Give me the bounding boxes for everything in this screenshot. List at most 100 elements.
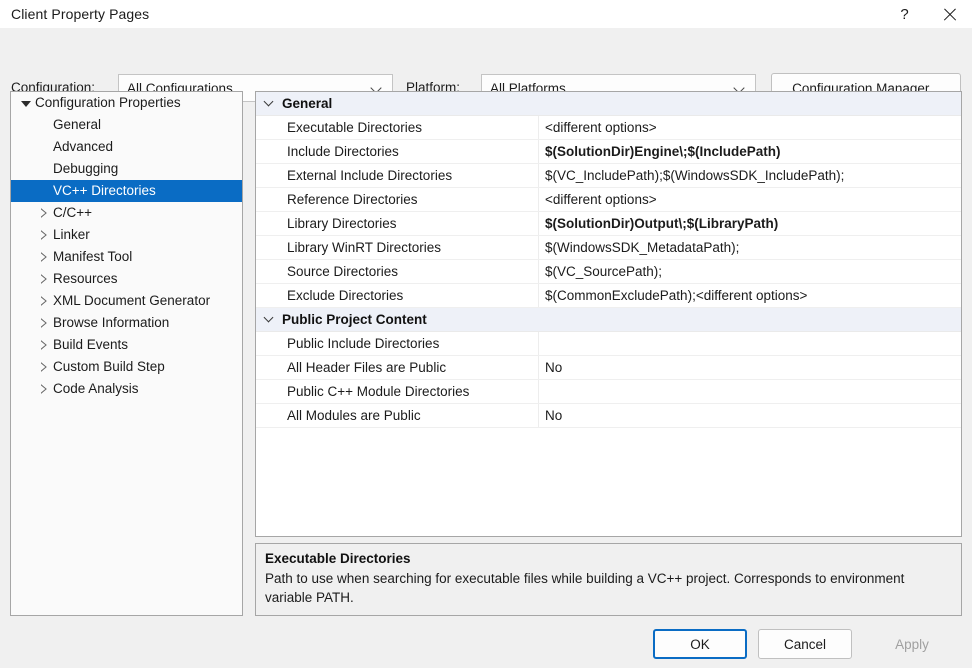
tree-item-c-c[interactable]: C/C++ (11, 202, 242, 224)
description-title: Executable Directories (265, 551, 411, 566)
tree-item-vc-directories[interactable]: VC++ Directories (11, 180, 242, 202)
tree-item-resources[interactable]: Resources (11, 268, 242, 290)
property-value[interactable]: $(CommonExcludePath);<different options> (539, 284, 961, 307)
configuration-toolbar: Configuration: All Configurations Platfo… (0, 28, 972, 103)
tree-item-general[interactable]: General (11, 114, 242, 136)
property-name: Source Directories (256, 260, 539, 283)
property-name: Public Include Directories (256, 332, 539, 355)
tree-item-label: Configuration Properties (35, 95, 181, 110)
triangle-right-glyph (41, 208, 47, 218)
window-controls: ? (882, 0, 972, 28)
title-bar: Client Property Pages ? (0, 0, 972, 28)
property-row[interactable]: Reference Directories <different options> (256, 188, 961, 212)
property-value[interactable]: $(VC_IncludePath);$(WindowsSDK_IncludePa… (539, 164, 961, 187)
property-name: Reference Directories (256, 188, 539, 211)
window-title: Client Property Pages (11, 6, 150, 22)
tree-item-label: Code Analysis (53, 381, 139, 396)
property-value[interactable]: $(VC_SourcePath); (539, 260, 961, 283)
tree-item-label: Manifest Tool (53, 249, 133, 264)
triangle-right-glyph (41, 340, 47, 350)
close-button[interactable] (927, 0, 972, 28)
triangle-right-icon[interactable] (35, 384, 53, 394)
property-category-header[interactable]: General (256, 92, 961, 116)
tree-item-label: XML Document Generator (53, 293, 211, 308)
tree-item-label: Build Events (53, 337, 129, 352)
property-row[interactable]: Public C++ Module Directories (256, 380, 961, 404)
property-value[interactable]: <different options> (539, 116, 961, 139)
description-pane: Executable Directories Path to use when … (255, 543, 962, 616)
tree-item-debugging[interactable]: Debugging (11, 158, 242, 180)
property-row[interactable]: Source Directories $(VC_SourcePath); (256, 260, 961, 284)
triangle-down-icon[interactable] (17, 100, 35, 107)
tree-item-linker[interactable]: Linker (11, 224, 242, 246)
tree-item-label: Linker (53, 227, 90, 242)
triangle-right-glyph (41, 384, 47, 394)
property-name: Public C++ Module Directories (256, 380, 539, 403)
chevron-down-icon[interactable] (256, 99, 282, 108)
property-grid[interactable]: General Executable Directories <different … (255, 91, 962, 537)
triangle-right-icon[interactable] (35, 296, 53, 306)
property-value[interactable]: No (539, 404, 961, 427)
property-row[interactable]: Exclude Directories $(CommonExcludePath);… (256, 284, 961, 308)
property-category-header[interactable]: Public Project Content (256, 308, 961, 332)
triangle-right-icon[interactable] (35, 230, 53, 240)
property-category-label: Public Project Content (282, 312, 427, 327)
triangle-right-glyph (41, 274, 47, 284)
tree-item-browse-information[interactable]: Browse Information (11, 312, 242, 334)
property-row[interactable]: Executable Directories <different options… (256, 116, 961, 140)
property-row[interactable]: Library WinRT Directories $(WindowsSDK_Me… (256, 236, 961, 260)
tree-item-custom-build-step[interactable]: Custom Build Step (11, 356, 242, 378)
triangle-right-icon[interactable] (35, 208, 53, 218)
description-text: Path to use when searching for executabl… (265, 571, 905, 605)
property-name: All Header Files are Public (256, 356, 539, 379)
tree-item-label: Advanced (53, 139, 114, 154)
tree-item-code-analysis[interactable]: Code Analysis (11, 378, 242, 400)
property-value[interactable] (539, 332, 961, 355)
close-icon (942, 7, 957, 22)
property-value[interactable] (539, 380, 961, 403)
property-value[interactable]: No (539, 356, 961, 379)
triangle-right-glyph (41, 362, 47, 372)
property-row[interactable]: Include Directories $(SolutionDir)Engine\… (256, 140, 961, 164)
cancel-button[interactable]: Cancel (758, 629, 852, 659)
tree-item-xml-document-generator[interactable]: XML Document Generator (11, 290, 242, 312)
tree-item-build-events[interactable]: Build Events (11, 334, 242, 356)
tree-item-advanced[interactable]: Advanced (11, 136, 242, 158)
property-value[interactable]: $(SolutionDir)Engine\;$(IncludePath) (539, 140, 961, 163)
ok-button[interactable]: OK (653, 629, 747, 659)
tree-item-label: VC++ Directories (53, 183, 156, 198)
apply-button[interactable]: Apply (863, 629, 961, 659)
property-pages-tree[interactable]: Configuration Properties General Advanced D… (10, 91, 243, 616)
tree-item-manifest-tool[interactable]: Manifest Tool (11, 246, 242, 268)
property-row[interactable]: All Header Files are Public No (256, 356, 961, 380)
property-row[interactable]: Library Directories $(SolutionDir)Output\… (256, 212, 961, 236)
triangle-right-icon[interactable] (35, 340, 53, 350)
tree-item-label: Browse Information (53, 315, 170, 330)
chevron-down-glyph (265, 315, 274, 324)
triangle-right-icon[interactable] (35, 252, 53, 262)
property-row[interactable]: All Modules are Public No (256, 404, 961, 428)
tree-item-label: C/C++ (53, 205, 93, 220)
triangle-right-glyph (41, 318, 47, 328)
triangle-right-icon[interactable] (35, 274, 53, 284)
property-name: Include Directories (256, 140, 539, 163)
property-value[interactable]: $(SolutionDir)Output\;$(LibraryPath) (539, 212, 961, 235)
property-name: Exclude Directories (256, 284, 539, 307)
tree-item-label: Resources (53, 271, 118, 286)
help-button[interactable]: ? (882, 0, 927, 28)
triangle-down-glyph (21, 100, 31, 107)
triangle-right-glyph (41, 230, 47, 240)
tree-item-configuration-properties[interactable]: Configuration Properties (11, 92, 242, 114)
property-value[interactable]: $(WindowsSDK_MetadataPath); (539, 236, 961, 259)
triangle-right-icon[interactable] (35, 362, 53, 372)
property-name: Library WinRT Directories (256, 236, 539, 259)
tree-item-label: Custom Build Step (53, 359, 165, 374)
triangle-right-icon[interactable] (35, 318, 53, 328)
property-row[interactable]: External Include Directories $(VC_Include… (256, 164, 961, 188)
tree-item-label: General (53, 117, 102, 132)
property-name: External Include Directories (256, 164, 539, 187)
property-name: Executable Directories (256, 116, 539, 139)
property-row[interactable]: Public Include Directories (256, 332, 961, 356)
property-value[interactable]: <different options> (539, 188, 961, 211)
chevron-down-icon[interactable] (256, 315, 282, 324)
